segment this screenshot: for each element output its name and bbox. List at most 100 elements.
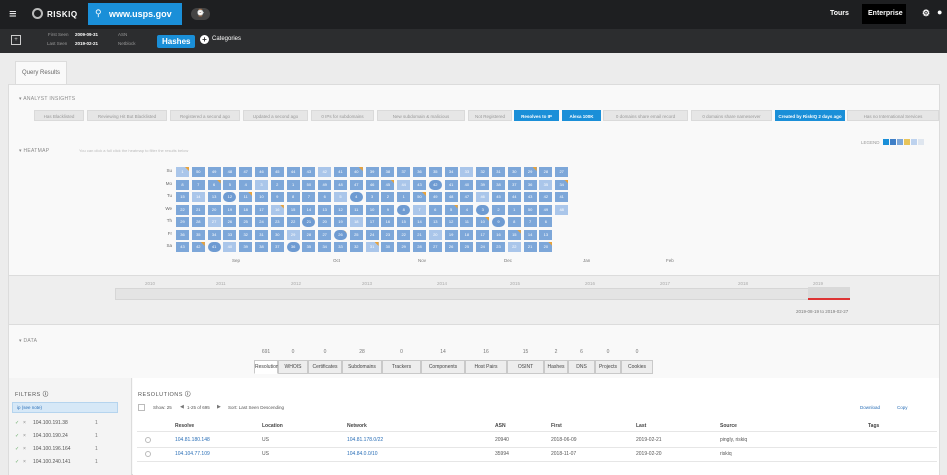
heatmap-cell[interactable]: 11 [239, 192, 253, 202]
history-button[interactable]: ⌚ [191, 8, 210, 20]
column-header-network[interactable]: Network [347, 423, 367, 429]
copy-link[interactable]: Copy [897, 405, 908, 410]
heatmap-cell[interactable]: 13 [318, 204, 332, 215]
heatmap-cell[interactable]: 39 [476, 179, 490, 190]
heatmap-cell[interactable]: 37 [397, 167, 411, 177]
heatmap-cell[interactable]: 8 [507, 217, 521, 227]
heatmap-cell[interactable]: 31 [255, 229, 268, 240]
heatmap-cell[interactable]: 20 [318, 217, 332, 227]
heatmap-cell[interactable]: 48 [223, 167, 237, 177]
heatmap-cell[interactable]: 45 [381, 179, 395, 190]
column-header-asn[interactable]: ASN [495, 423, 506, 429]
heatmap-cell[interactable]: 22 [397, 229, 411, 240]
heatmap-cell[interactable]: 43 [413, 179, 426, 190]
filter-item-label[interactable]: 104.100.190.24 [33, 433, 68, 439]
heatmap-cell[interactable]: 36 [176, 229, 189, 240]
heatmap-cell[interactable]: 27 [555, 167, 569, 177]
column-header-tags[interactable]: Tags [868, 423, 879, 429]
heatmap-cell[interactable]: 48 [334, 179, 347, 190]
prev-page-icon[interactable]: ◀ [180, 404, 184, 410]
heatmap-cell[interactable]: 49 [207, 167, 221, 177]
heatmap-cell[interactable]: 21 [523, 242, 537, 252]
insight-chip[interactable]: 0 IPs for subdomains [311, 110, 374, 121]
heatmap-cell[interactable]: 16 [270, 204, 284, 215]
heatmap-cell[interactable]: 34 [555, 179, 569, 190]
insight-chip[interactable]: Alexa 100K [562, 110, 601, 121]
heatmap-cell[interactable]: 19 [444, 229, 458, 240]
heatmap-cell[interactable]: 50 [523, 204, 537, 215]
heatmap-cell[interactable]: 22 [507, 242, 521, 252]
heatmap-cell[interactable]: 3 [255, 179, 268, 190]
heatmap-cell[interactable]: 21 [191, 204, 205, 215]
heatmap-cell[interactable]: 21 [413, 229, 426, 240]
heatmap-cell[interactable]: 30 [507, 167, 521, 177]
categories-plus-icon[interactable]: + [200, 35, 209, 44]
hamburger-menu-icon[interactable]: ≡ [9, 7, 17, 20]
heatmap-cell[interactable]: 4 [349, 192, 363, 202]
hashes-pill[interactable]: Hashes [157, 35, 196, 48]
heatmap-cell[interactable]: 23 [492, 242, 505, 252]
heatmap-cell[interactable]: 18 [349, 217, 363, 227]
heatmap-cell[interactable]: 20 [428, 229, 442, 240]
heatmap-cell[interactable]: 40 [223, 242, 237, 252]
heatmap-cell[interactable]: 48 [555, 204, 569, 215]
heatmap-cell[interactable]: 29 [397, 242, 411, 252]
heatmap-cell[interactable]: 24 [476, 242, 490, 252]
heatmap-cell[interactable]: 26 [444, 242, 458, 252]
column-header-first[interactable]: First [551, 423, 562, 429]
heatmap-cell[interactable]: 28 [302, 229, 316, 240]
heatmap-cell[interactable]: 49 [318, 179, 332, 190]
heatmap-cell[interactable]: 1 [397, 192, 411, 202]
remove-icon[interactable]: × [23, 433, 26, 439]
insight-chip[interactable]: New subdomain & malicious [377, 110, 465, 121]
select-all-checkbox[interactable] [138, 404, 145, 411]
heatmap-cell[interactable]: 33 [334, 242, 347, 252]
heatmap-cell[interactable]: 4 [239, 179, 253, 190]
check-icon[interactable]: ✓ [15, 459, 19, 465]
heatmap-cell[interactable]: 37 [270, 242, 284, 252]
heatmap-cell[interactable]: 14 [413, 217, 426, 227]
analyst-insights-label[interactable]: ▾ ANALYST INSIGHTS [19, 96, 75, 102]
column-header-location[interactable]: Location [262, 423, 283, 429]
filter-selected[interactable]: ip (see note) [12, 402, 118, 413]
heatmap-cell[interactable]: 30 [381, 242, 395, 252]
data-label[interactable]: ▾ DATA [19, 338, 37, 344]
heatmap-cell[interactable]: 3 [365, 192, 379, 202]
heatmap-cell[interactable]: 35 [191, 229, 205, 240]
heatmap-cell[interactable]: 37 [507, 179, 521, 190]
page-size-select[interactable]: Show: 25 [153, 405, 172, 410]
insight-chip[interactable]: 0 domains share email record [603, 110, 688, 121]
heatmap-cell[interactable]: 10 [476, 217, 490, 227]
insight-chip[interactable]: Not Registered [468, 110, 512, 121]
filter-item-label[interactable]: 104.100.196.164 [33, 446, 71, 452]
insight-chip[interactable]: Updated a second ago [243, 110, 308, 121]
heatmap-cell[interactable]: 6 [539, 217, 553, 227]
heatmap-cell[interactable]: 16 [492, 229, 505, 240]
heatmap-cell[interactable]: 28 [191, 217, 205, 227]
heatmap-cell[interactable]: 14 [523, 229, 537, 240]
heatmap-cell[interactable]: 13 [207, 192, 221, 202]
heatmap-cell[interactable]: 27 [428, 242, 442, 252]
heatmap-cell[interactable]: 2 [270, 179, 284, 190]
heatmap-cell[interactable]: 12 [223, 192, 237, 202]
heatmap-cell[interactable]: 45 [492, 192, 505, 202]
heatmap-cell[interactable]: 29 [176, 217, 189, 227]
heatmap-cell[interactable]: 1 [286, 179, 300, 190]
heatmap-cell[interactable]: 14 [191, 192, 205, 202]
heatmap-cell[interactable]: 1 [507, 204, 521, 215]
heatmap-cell[interactable]: 15 [286, 204, 300, 215]
heatmap-cell[interactable]: 24 [255, 217, 268, 227]
heatmap-label[interactable]: ▾ HEATMAP [19, 148, 49, 154]
heatmap-cell[interactable]: 3 [476, 204, 490, 215]
heatmap-cell[interactable]: 41 [207, 242, 221, 252]
tab-projects[interactable]: Projects [595, 360, 621, 374]
heatmap-cell[interactable]: 46 [476, 192, 490, 202]
heatmap-cell[interactable]: 31 [365, 242, 379, 252]
tab-trackers[interactable]: Trackers [382, 360, 421, 374]
heatmap-cell[interactable]: 20 [539, 242, 553, 252]
heatmap-cell[interactable]: 6 [207, 179, 221, 190]
column-header-last[interactable]: Last [636, 423, 646, 429]
heatmap-cell[interactable]: 29 [523, 167, 537, 177]
heatmap-cell[interactable]: 38 [492, 179, 505, 190]
heatmap-cell[interactable]: 18 [239, 204, 253, 215]
